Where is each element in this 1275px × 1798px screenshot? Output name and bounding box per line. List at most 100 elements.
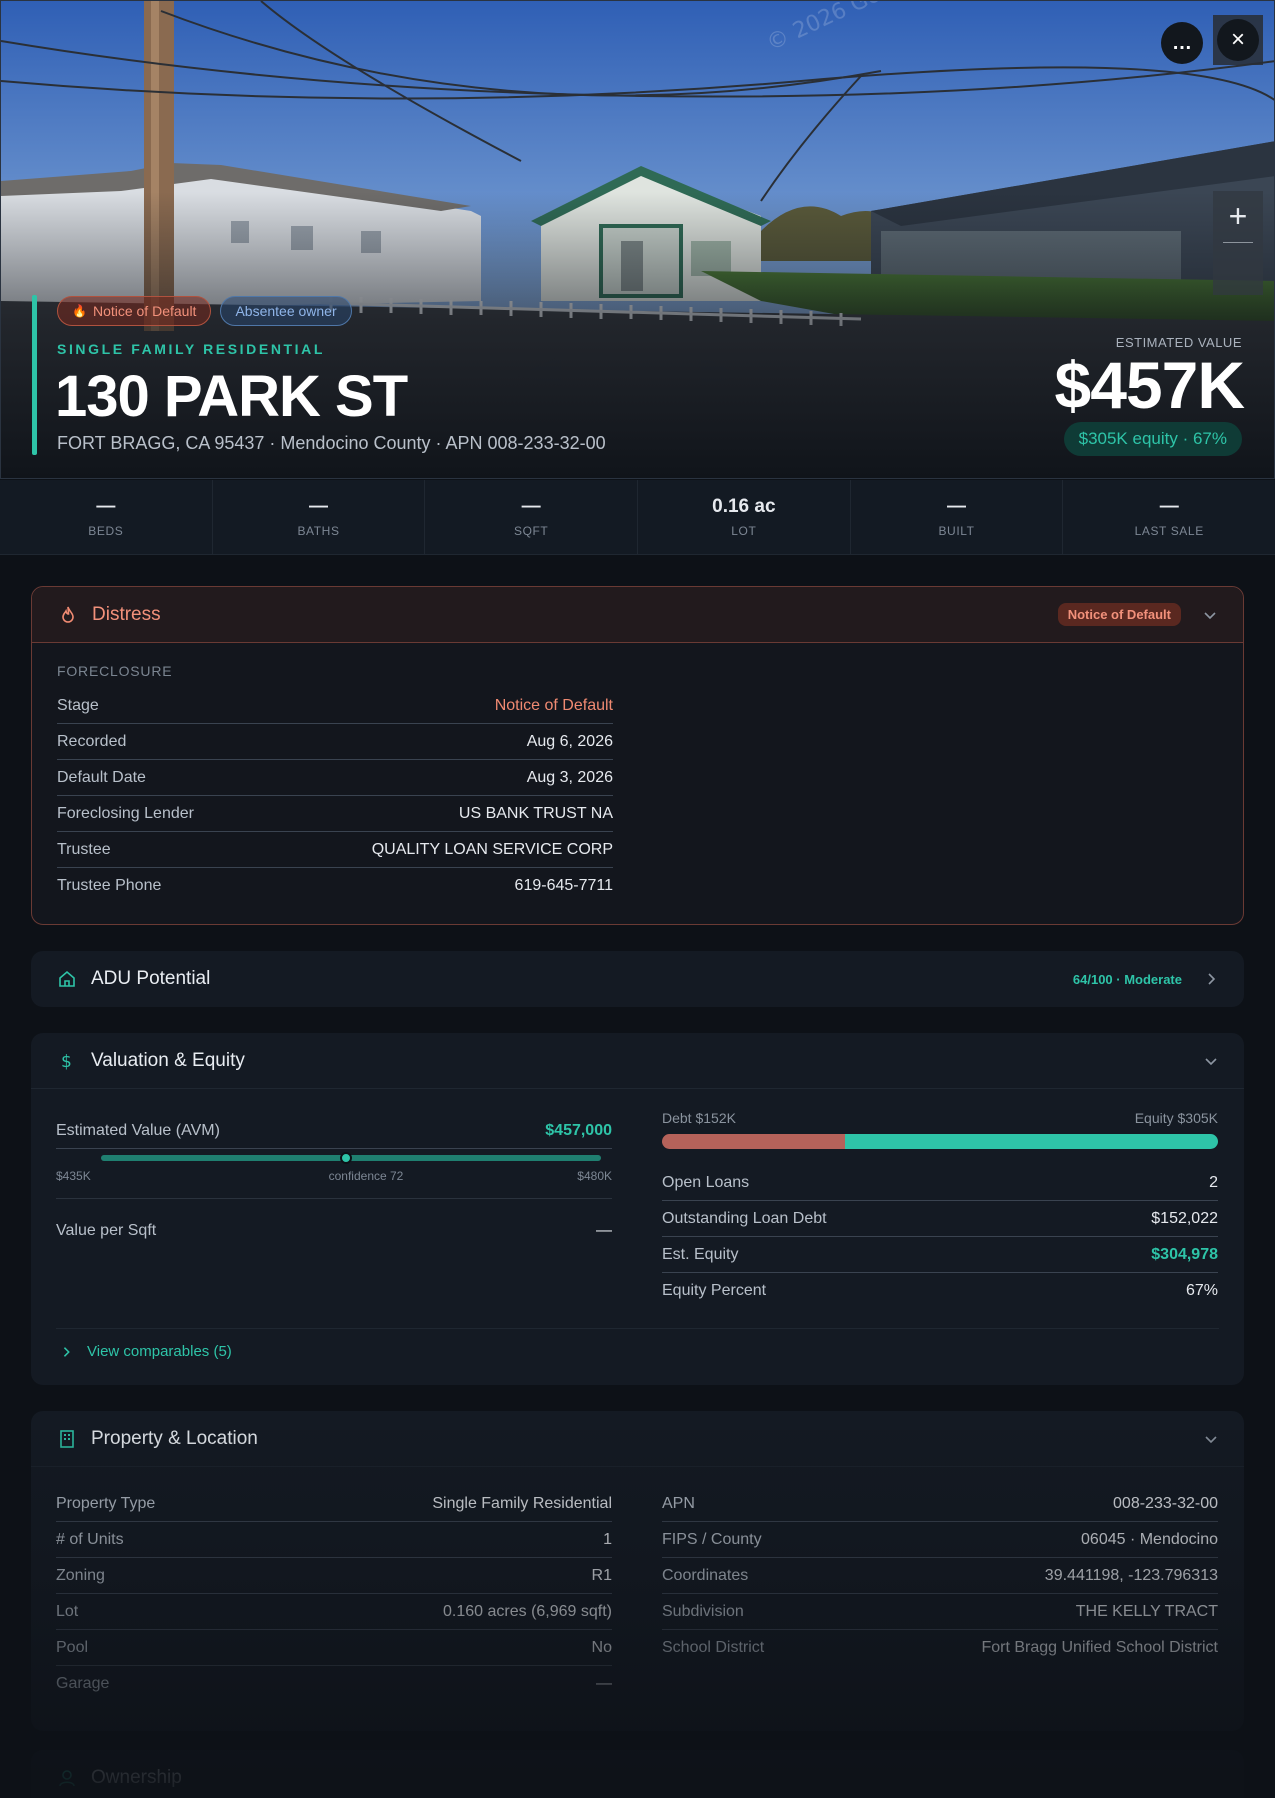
detail-key: Trustee xyxy=(57,840,111,858)
detail-row: Property Type Single Family Residential xyxy=(56,1486,612,1522)
detail-value: 0.160 acres (6,969 sqft) xyxy=(443,1602,612,1620)
notice-of-default-chip-label: Notice of Default xyxy=(92,303,197,319)
detail-key: Lot xyxy=(56,1602,79,1620)
street-view-hero[interactable]: © 2026 Google 🔥 Notice of Default Absent… xyxy=(0,0,1275,479)
tag-chips: 🔥 Notice of Default Absentee owner xyxy=(57,296,352,326)
detail-row: Pool No xyxy=(56,1630,612,1666)
detail-value: Aug 3, 2026 xyxy=(526,768,613,786)
view-comparables-link[interactable]: View comparables (5) xyxy=(61,1343,232,1360)
detail-key: Subdivision xyxy=(662,1602,744,1620)
detail-value: $304,978 xyxy=(1151,1245,1218,1263)
svg-text:$: $ xyxy=(61,1052,72,1071)
stat-value: — xyxy=(947,496,967,517)
detail-row: APN 008-233-32-00 xyxy=(662,1486,1218,1522)
detail-value: — xyxy=(596,1675,612,1692)
detail-key: Property Type xyxy=(56,1494,156,1512)
stat-baths: — BATHS xyxy=(213,480,426,554)
chevron-down-icon[interactable] xyxy=(1204,1432,1218,1446)
stat-label: BUILT xyxy=(938,524,975,538)
detail-value: No xyxy=(591,1638,612,1656)
detail-row: School District Fort Bragg Unified Schoo… xyxy=(662,1630,1218,1666)
distress-title: Distress xyxy=(92,603,161,625)
detail-value: Fort Bragg Unified School District xyxy=(981,1639,1218,1656)
detail-row: # of Units 1 xyxy=(56,1522,612,1558)
divider xyxy=(56,1198,612,1199)
stat-value: — xyxy=(521,496,541,517)
detail-value: Single Family Residential xyxy=(432,1494,612,1512)
property-card-header[interactable]: Property & Location xyxy=(31,1411,1244,1467)
detail-row: Zoning R1 xyxy=(56,1558,612,1594)
detail-row: Trustee Phone 619-645-7711 xyxy=(57,868,613,904)
estimated-value: $457K xyxy=(1054,348,1245,422)
detail-key: Equity Percent xyxy=(662,1282,767,1299)
adu-score: 64/100 · Moderate xyxy=(1072,971,1182,987)
notice-of-default-badge: Notice of Default xyxy=(1057,603,1181,626)
equity-pill: $305K equity · 67% xyxy=(1063,422,1242,456)
property-subaddress: FORT BRAGG, CA 95437 · Mendocino County … xyxy=(57,433,606,453)
loan-details: Open Loans 2 Outstanding Loan Debt $152,… xyxy=(662,1165,1218,1309)
zoom-in-button[interactable]: + xyxy=(1213,191,1263,241)
detail-row: Outstanding Loan Debt $152,022 xyxy=(662,1201,1218,1237)
detail-row: Default Date Aug 3, 2026 xyxy=(57,760,613,796)
stat-built: — BUILT xyxy=(851,480,1064,554)
adu-card-header[interactable]: ADU Potential 64/100 · Moderate xyxy=(31,951,1244,1007)
absentee-owner-chip[interactable]: Absentee owner xyxy=(220,296,352,326)
stat-sqft: — SQFT xyxy=(425,480,639,554)
adu-title: ADU Potential xyxy=(91,968,211,989)
close-button[interactable]: × xyxy=(1213,15,1263,65)
accent-bar xyxy=(32,295,37,455)
detail-key: APN xyxy=(662,1494,695,1512)
chevron-right-icon[interactable] xyxy=(1204,972,1218,986)
detail-value: 1 xyxy=(603,1530,612,1548)
property-address: 130 PARK ST xyxy=(55,364,408,429)
distress-card: Distress Notice of Default FORECLOSURE S… xyxy=(31,586,1244,925)
detail-row: Stage Notice of Default xyxy=(57,688,613,724)
flame-icon xyxy=(62,606,74,623)
detail-value: 06045 · Mendocino xyxy=(1081,1530,1218,1548)
building-icon xyxy=(60,1429,74,1448)
detail-key: Stage xyxy=(57,696,99,714)
avm-label: Estimated Value (AVM) xyxy=(56,1121,220,1139)
avm-row: Estimated Value (AVM) $457,000 xyxy=(56,1113,612,1149)
property-title: Property & Location xyxy=(91,1427,258,1449)
detail-row: Foreclosing Lender US BANK TRUST NA xyxy=(57,796,613,832)
divider xyxy=(56,1328,1219,1329)
flame-icon: 🔥 xyxy=(72,304,87,318)
range-high-label: $480K xyxy=(577,1169,612,1183)
ownership-card-header[interactable]: Ownership xyxy=(31,1750,1244,1798)
avm-marker xyxy=(340,1152,352,1164)
detail-key: FIPS / County xyxy=(662,1530,762,1548)
confidence-label: confidence 72 xyxy=(328,1169,404,1183)
stat-value: 0.16 ac xyxy=(712,496,776,517)
user-icon xyxy=(59,1770,75,1787)
stats-strip: — BEDS — BATHS — SQFT 0.16 ac LOT — BUIL… xyxy=(0,480,1275,555)
chevron-down-icon[interactable] xyxy=(1203,608,1217,622)
valuation-title: Valuation & Equity xyxy=(91,1049,245,1071)
detail-key: Foreclosing Lender xyxy=(57,804,194,822)
more-options-button[interactable]: … xyxy=(1161,22,1203,64)
equity-segment xyxy=(845,1134,1218,1149)
zoom-divider xyxy=(1223,242,1253,243)
detail-key: Recorded xyxy=(57,732,127,750)
valuation-equity-card: $ Valuation & Equity Estimated Value (AV… xyxy=(31,1033,1244,1385)
detail-value: R1 xyxy=(591,1566,612,1584)
stat-label: LOT xyxy=(731,524,757,538)
more-icon: … xyxy=(1172,31,1192,54)
value-per-sqft-label: Value per Sqft xyxy=(56,1222,157,1239)
adu-potential-card[interactable]: ADU Potential 64/100 · Moderate xyxy=(31,951,1244,1007)
detail-value: THE KELLY TRACT xyxy=(1075,1602,1218,1620)
plus-icon: + xyxy=(1228,197,1248,234)
detail-value: Notice of Default xyxy=(494,696,613,714)
equity-label: Equity $305K xyxy=(1134,1110,1218,1126)
detail-key: Est. Equity xyxy=(662,1245,739,1263)
detail-key: # of Units xyxy=(56,1530,124,1548)
stat-label: BEDS xyxy=(88,524,124,538)
stat-value: — xyxy=(96,496,116,517)
detail-key: School District xyxy=(662,1639,765,1656)
valuation-card-header[interactable]: $ Valuation & Equity xyxy=(31,1033,1244,1089)
distress-card-header[interactable]: Distress Notice of Default xyxy=(32,587,1243,643)
chevron-down-icon[interactable] xyxy=(1204,1054,1218,1068)
detail-value: 2 xyxy=(1209,1173,1218,1191)
notice-of-default-chip[interactable]: 🔥 Notice of Default xyxy=(57,296,212,326)
detail-row: Subdivision THE KELLY TRACT xyxy=(662,1594,1218,1630)
